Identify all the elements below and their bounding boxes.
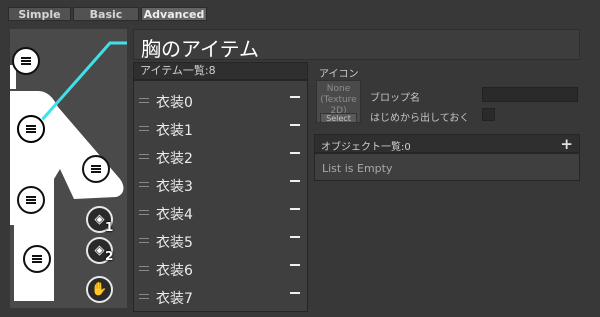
item-label: 衣装5: [156, 235, 193, 251]
add-object-button[interactable]: +: [560, 135, 573, 153]
start-visible-checkbox[interactable]: [482, 108, 495, 121]
menu-icon: [26, 125, 36, 133]
remove-item-button[interactable]: [290, 92, 300, 102]
list-item[interactable]: 衣装2: [134, 143, 307, 171]
drag-handle-icon[interactable]: [139, 98, 149, 103]
item-list: 衣装0 衣装1 衣装2 衣装3 衣装4 衣装5 衣装6 衣装7: [133, 80, 308, 312]
remove-item-button[interactable]: [290, 204, 300, 214]
tab-advanced[interactable]: Advanced: [141, 7, 207, 21]
tab-simple[interactable]: Simple: [8, 7, 71, 21]
prop-name-label: ブロップ名: [370, 93, 420, 104]
mode-tabs: Simple Basic Advanced: [8, 7, 209, 21]
item-label: 衣装6: [156, 263, 193, 279]
item-label: 衣装7: [156, 291, 193, 307]
remove-item-button[interactable]: [290, 260, 300, 270]
tab-basic[interactable]: Basic: [73, 7, 139, 21]
item-label: 衣装1: [156, 123, 193, 139]
menu-icon: [21, 57, 31, 65]
menu-icon: [32, 255, 42, 263]
empty-list-text: List is Empty: [322, 162, 393, 175]
menu-icon: [91, 165, 101, 173]
slot-hand[interactable]: [82, 155, 110, 183]
drag-handle-icon[interactable]: [139, 238, 149, 243]
icon-texture-field[interactable]: None (Texture 2D) Select: [316, 80, 361, 123]
object-list: List is Empty: [314, 153, 580, 181]
gem-1-number: 1: [105, 220, 114, 234]
item-title-field[interactable]: 胸のアイテム: [133, 29, 580, 61]
item-title: 胸のアイテム: [141, 37, 259, 61]
list-item[interactable]: 衣装0: [134, 87, 307, 115]
slot-hip[interactable]: [17, 186, 45, 214]
remove-item-button[interactable]: [290, 176, 300, 186]
slot-chest[interactable]: [17, 115, 45, 143]
item-label: 衣装3: [156, 179, 193, 195]
avatar-panel: ◈ 1 ◈ 2 ✋: [10, 29, 127, 308]
item-label: 衣装0: [156, 95, 193, 111]
list-item[interactable]: 衣装4: [134, 199, 307, 227]
list-item[interactable]: 衣装6: [134, 255, 307, 283]
remove-item-button[interactable]: [290, 120, 300, 130]
object-list-header: オブジェクト一覧:0 +: [314, 134, 580, 153]
list-item[interactable]: 衣装5: [134, 227, 307, 255]
list-item[interactable]: 衣装7: [134, 283, 307, 311]
menu-icon: [26, 196, 36, 204]
prop-name-input[interactable]: [482, 87, 578, 102]
gem-2-number: 2: [105, 249, 114, 263]
remove-item-button[interactable]: [290, 148, 300, 158]
drag-handle-icon[interactable]: [139, 126, 149, 131]
icon-label: アイコン: [319, 69, 359, 80]
drag-handle-icon[interactable]: [139, 154, 149, 159]
drag-handle-icon[interactable]: [139, 210, 149, 215]
drag-handle-icon[interactable]: [139, 182, 149, 187]
remove-item-button[interactable]: [290, 288, 300, 298]
item-list-header: アイテム一覧:8: [133, 62, 308, 80]
list-item[interactable]: 衣装1: [134, 115, 307, 143]
drag-handle-icon[interactable]: [139, 294, 149, 299]
slot-head[interactable]: [12, 47, 40, 75]
icon-select-button[interactable]: Select: [320, 113, 357, 123]
start-visible-label: はじめから出しておく: [370, 113, 470, 124]
hand-gesture-icon[interactable]: ✋: [86, 276, 113, 303]
remove-item-button[interactable]: [290, 232, 300, 242]
item-label: 衣装4: [156, 207, 193, 223]
item-label: 衣装2: [156, 151, 193, 167]
list-item[interactable]: 衣装3: [134, 171, 307, 199]
slot-foot[interactable]: [23, 245, 51, 273]
object-list-title: オブジェクト一覧:0: [321, 142, 411, 153]
drag-handle-icon[interactable]: [139, 266, 149, 271]
